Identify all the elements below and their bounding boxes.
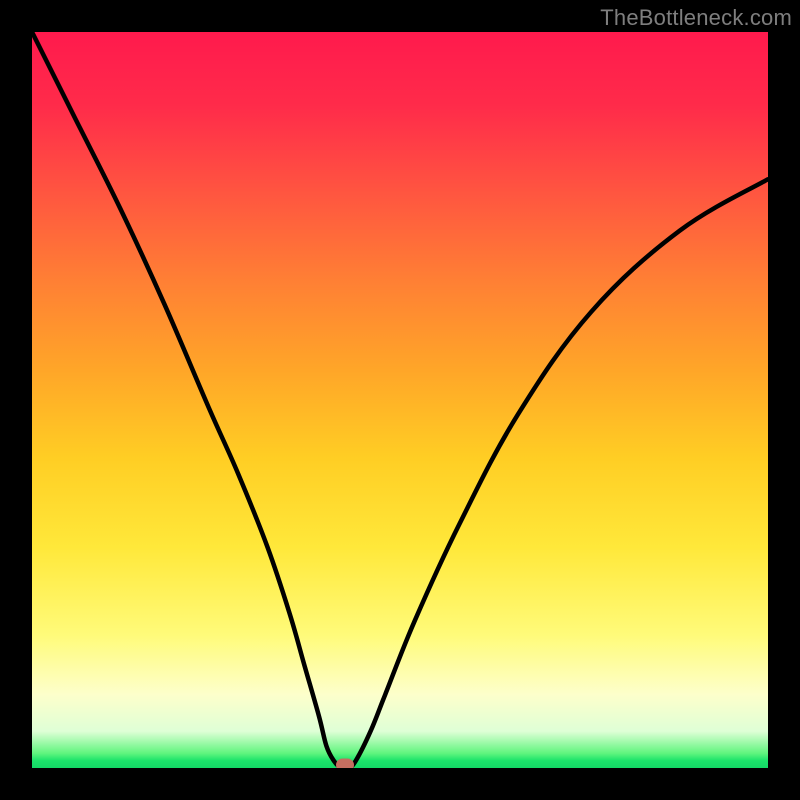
optimum-marker [336,759,354,769]
watermark-text: TheBottleneck.com [600,5,792,31]
bottleneck-curve [32,32,768,768]
plot-area [32,32,768,768]
chart-frame: TheBottleneck.com [0,0,800,800]
curve-path [32,32,768,768]
